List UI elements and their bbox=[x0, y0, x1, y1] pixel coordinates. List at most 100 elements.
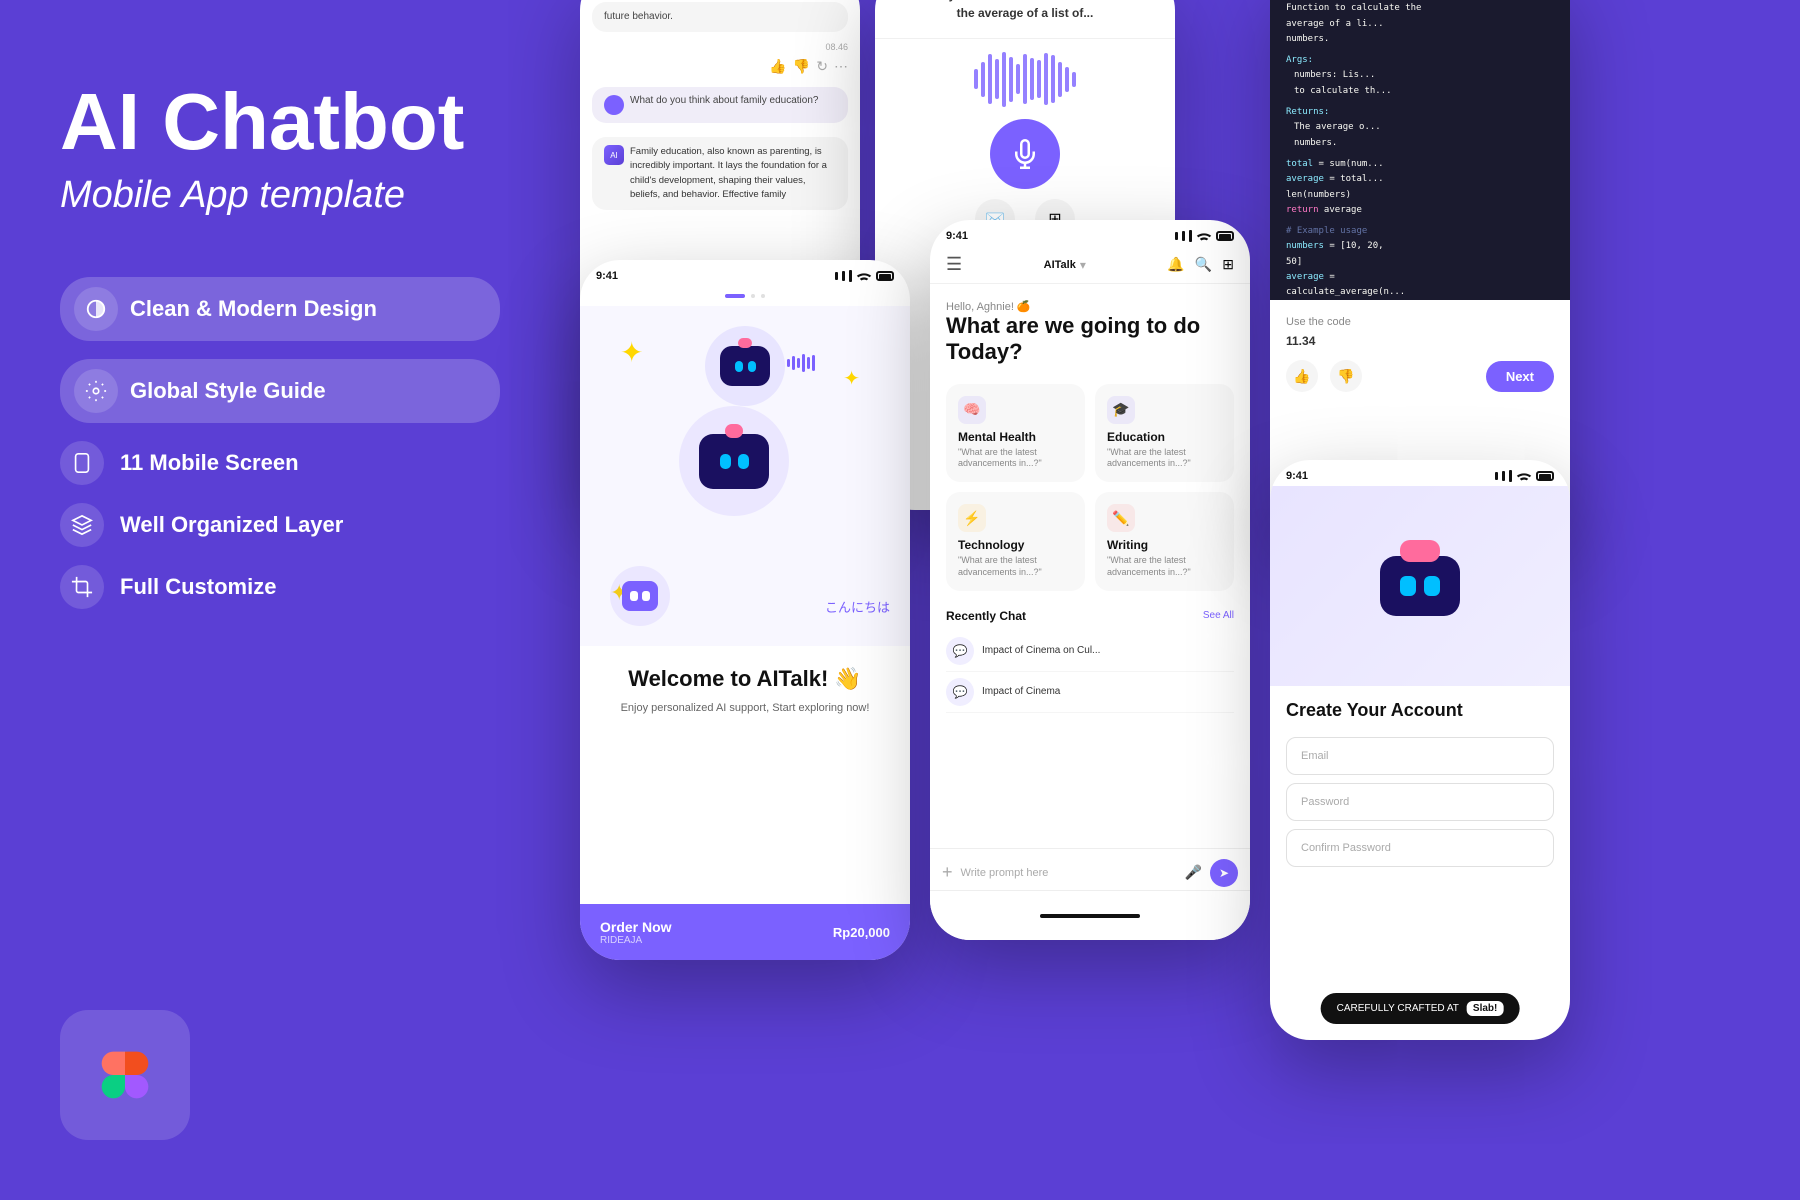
progress-dots bbox=[580, 294, 910, 298]
cat-desc-education: "What are the latest advancements in...?… bbox=[1107, 447, 1222, 470]
recent-text-1: Impact of Cinema on Cul... bbox=[982, 645, 1100, 656]
home-send-button[interactable]: ➤ bbox=[1210, 859, 1238, 887]
crop-icon-wrap bbox=[60, 565, 104, 609]
user-question-bubble: What do you think about family education… bbox=[592, 87, 848, 123]
signal-2 bbox=[842, 271, 845, 281]
cat-desc-mental-health: "What are the latest advancements in...?… bbox=[958, 447, 1073, 470]
category-card-writing[interactable]: ✏️ Writing "What are the latest advancem… bbox=[1095, 492, 1234, 590]
circle-half-icon bbox=[85, 298, 107, 320]
figma-badge bbox=[60, 1010, 190, 1140]
order-button[interactable]: Order Now RIDEAJA Rp20,000 bbox=[580, 904, 910, 960]
recent-dot-1: 💬 bbox=[946, 637, 974, 665]
app-name-label: AITalk bbox=[1044, 259, 1076, 271]
home-indicator bbox=[1040, 914, 1140, 918]
mental-health-icon: 🧠 bbox=[958, 396, 986, 424]
use-code-label: Use the code bbox=[1286, 316, 1554, 328]
dot-2 bbox=[751, 294, 755, 298]
clean-design-icon bbox=[74, 287, 118, 331]
next-button[interactable]: Next bbox=[1486, 361, 1554, 392]
action-row: 👍 👎 Next bbox=[1286, 360, 1554, 392]
see-all-link[interactable]: See All bbox=[1203, 610, 1234, 621]
signal-r1 bbox=[1495, 472, 1498, 480]
battery-icon-home bbox=[1216, 231, 1234, 241]
welcome-title: Welcome to AITalk! 👋 bbox=[600, 666, 890, 692]
feature-clean-design: Clean & Modern Design bbox=[60, 277, 500, 341]
signal-1 bbox=[835, 272, 838, 280]
category-grid: 🧠 Mental Health "What are the latest adv… bbox=[930, 374, 1250, 601]
status-bar-register: 9:41 bbox=[1270, 460, 1570, 486]
recent-chat-section: Recently Chat See All 💬 Impact of Cinema… bbox=[930, 601, 1250, 721]
feature-label-organized-layer: Well Organized Layer bbox=[120, 512, 343, 538]
phone-icon-wrap bbox=[60, 441, 104, 485]
cat-desc-technology: "What are the latest advancements in...?… bbox=[958, 555, 1073, 578]
thumbs-up-button[interactable]: 👍 bbox=[1286, 360, 1318, 392]
writing-icon: ✏️ bbox=[1107, 504, 1135, 532]
status-time-register: 9:41 bbox=[1286, 470, 1308, 482]
greeting-sub: Hello, Aghnie! 🍊 bbox=[946, 300, 1234, 313]
layers-icon-wrap bbox=[60, 503, 104, 547]
mic-button[interactable] bbox=[990, 119, 1060, 189]
recent-title: Recently Chat bbox=[946, 609, 1026, 623]
slab-label: Slab! bbox=[1467, 1001, 1503, 1016]
greeting-main: What are we going to do Today? bbox=[946, 313, 1234, 366]
robot-1-container bbox=[705, 326, 785, 406]
password-field[interactable]: Password bbox=[1286, 783, 1554, 821]
robot-3-container bbox=[610, 566, 670, 626]
feature-label-full-customize: Full Customize bbox=[120, 574, 276, 600]
code-display: calculate_avera... Function to calculate… bbox=[1270, 0, 1570, 300]
thumbs-down-button[interactable]: 👎 bbox=[1330, 360, 1362, 392]
feature-style-guide: Global Style Guide bbox=[60, 359, 500, 423]
cat-title-writing: Writing bbox=[1107, 538, 1222, 552]
voice-waveform bbox=[875, 49, 1175, 109]
category-card-technology[interactable]: ⚡ Technology "What are the latest advanc… bbox=[946, 492, 1085, 590]
signal-h1 bbox=[1175, 232, 1178, 240]
phone-icon bbox=[71, 452, 93, 474]
status-time-welcome: 9:41 bbox=[596, 270, 618, 282]
chat-timestamp: 08.46 bbox=[592, 42, 848, 52]
code-timestamp: 11.34 bbox=[1286, 334, 1554, 348]
category-card-education[interactable]: 🎓 Education "What are the latest advance… bbox=[1095, 384, 1234, 482]
confirm-password-field[interactable]: Confirm Password bbox=[1286, 829, 1554, 867]
category-card-mental-health[interactable]: 🧠 Mental Health "What are the latest adv… bbox=[946, 384, 1085, 482]
signal-r3 bbox=[1509, 470, 1512, 482]
education-icon: 🎓 bbox=[1107, 396, 1135, 424]
home-indicator-bar bbox=[930, 890, 1250, 940]
technology-icon: ⚡ bbox=[958, 504, 986, 532]
mini-waveform bbox=[787, 354, 815, 372]
robot1-eye-left bbox=[735, 361, 743, 372]
robot3-eye-right bbox=[642, 591, 650, 601]
welcome-text-area: Welcome to AITalk! 👋 Enjoy personalized … bbox=[580, 646, 910, 737]
home-header: ☰ AITalk ▾ 🔔 🔍 ⊞ bbox=[930, 246, 1250, 284]
cat-title-mental-health: Mental Health bbox=[958, 430, 1073, 444]
chat-message-1: future behavior. bbox=[592, 2, 848, 32]
crafted-text: CAREFULLY CRAFTED AT bbox=[1337, 1003, 1459, 1014]
status-icons-welcome bbox=[835, 270, 894, 282]
subtitle: Mobile App template bbox=[60, 174, 500, 217]
robot1-eye-right bbox=[748, 361, 756, 372]
wifi-icon bbox=[856, 270, 872, 282]
phone-register: 9:41 Create Your Account Email Pass bbox=[1270, 460, 1570, 1040]
order-button-label: Order Now bbox=[600, 919, 672, 935]
settings-icon bbox=[85, 380, 107, 402]
feature-label-clean-design: Clean & Modern Design bbox=[130, 296, 377, 322]
cat-title-education: Education bbox=[1107, 430, 1222, 444]
phone-welcome: 9:41 Skip ✦ ✦ ✦ bbox=[580, 260, 910, 960]
japanese-text: こんにちは bbox=[825, 597, 890, 616]
signal-3 bbox=[849, 270, 852, 282]
battery-icon bbox=[876, 271, 894, 281]
star-decoration-2: ✦ bbox=[843, 366, 860, 391]
bot-reply-bubble: AI Family education, also known as paren… bbox=[592, 137, 848, 210]
features-list: Clean & Modern Design Global Style Guide… bbox=[60, 277, 500, 609]
email-field[interactable]: Email bbox=[1286, 737, 1554, 775]
register-title: Create Your Account bbox=[1270, 686, 1570, 729]
feature-label-mobile-screen: 11 Mobile Screen bbox=[120, 450, 299, 476]
phones-area: future behavior. 08.46 👍 👎 ↻ ⋯ What do y… bbox=[560, 0, 1800, 1200]
crop-icon bbox=[71, 576, 93, 598]
recent-item-2[interactable]: 💬 Impact of Cinema bbox=[946, 672, 1234, 713]
main-title: AI Chatbot bbox=[60, 80, 500, 164]
home-input-placeholder[interactable]: Write prompt here bbox=[961, 867, 1177, 879]
robot-2-container bbox=[679, 406, 789, 516]
recent-text-2: Impact of Cinema bbox=[982, 686, 1060, 697]
register-robot-eye-right bbox=[1424, 576, 1440, 596]
recent-item-1[interactable]: 💬 Impact of Cinema on Cul... bbox=[946, 631, 1234, 672]
